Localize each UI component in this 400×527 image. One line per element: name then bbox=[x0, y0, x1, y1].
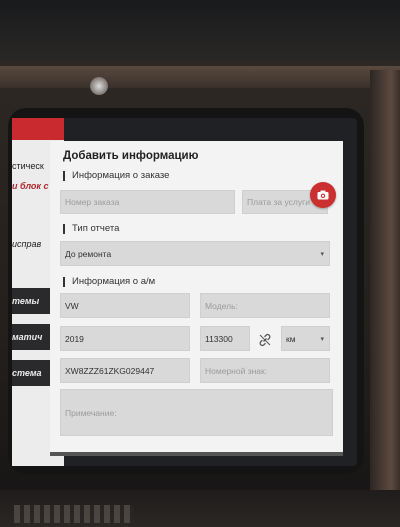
dropdown-caret-icon: ▾ bbox=[320, 250, 324, 258]
model-input[interactable]: Модель: bbox=[200, 293, 330, 318]
report-section-label: Тип отчета bbox=[63, 224, 119, 234]
camera-button[interactable] bbox=[310, 182, 336, 208]
vin-input[interactable]: XW8ZZZ61ZKG029447 bbox=[60, 358, 190, 383]
mileage-unit-select[interactable]: км ▾ bbox=[281, 326, 330, 351]
background-app-header bbox=[12, 118, 64, 140]
order-section-label: Информация о заказе bbox=[63, 171, 169, 181]
report-type-value: До ремонта bbox=[65, 248, 112, 259]
note-textarea[interactable]: Примечание: bbox=[60, 389, 333, 436]
report-type-select[interactable]: До ремонта ▾ bbox=[60, 241, 330, 266]
link-icon[interactable] bbox=[258, 333, 272, 347]
camera-icon bbox=[317, 190, 329, 200]
mileage-input[interactable]: 113300 bbox=[200, 326, 250, 351]
make-input[interactable]: VW bbox=[60, 293, 190, 318]
bezel-knob bbox=[90, 77, 108, 95]
add-info-dialog: Добавить информацию Информация о заказе … bbox=[50, 141, 343, 456]
dropdown-caret-icon: ▾ bbox=[320, 335, 324, 343]
dialog-title: Добавить информацию bbox=[63, 150, 199, 162]
mileage-unit-value: км bbox=[286, 333, 296, 344]
bezel-rim-top bbox=[0, 66, 400, 88]
link-icon-graphic bbox=[259, 333, 271, 347]
bezel-rim-right bbox=[370, 70, 400, 510]
vehicle-section-label: Информация о а/м bbox=[63, 277, 155, 287]
device-bottom-lettering bbox=[14, 505, 134, 523]
dialog-bottom-bar bbox=[50, 452, 343, 456]
background-top bbox=[0, 0, 400, 70]
year-input[interactable]: 2019 bbox=[60, 326, 190, 351]
order-number-input[interactable]: Номер заказа bbox=[60, 190, 235, 214]
plate-input[interactable]: Номерной знак: bbox=[200, 358, 330, 383]
